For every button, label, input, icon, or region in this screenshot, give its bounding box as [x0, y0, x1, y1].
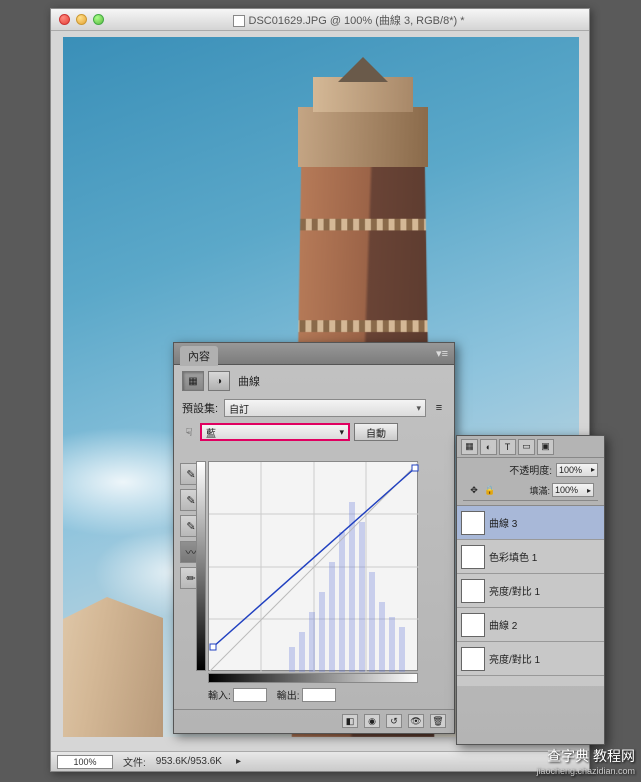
layer-thumb-icon[interactable] [461, 579, 485, 603]
filter-pixel-icon[interactable]: ▦ [461, 439, 478, 455]
layer-name[interactable]: 亮度/對比 1 [489, 583, 600, 598]
input-gradient [208, 673, 418, 683]
titlebar: DSC01629.JPG @ 100% (曲線 3, RGB/8*) * [51, 9, 589, 31]
watermark: 查字典 教程网 jiaocheng.chazidian.com [536, 746, 635, 776]
docsize-arrow-icon[interactable]: ▸ [236, 756, 241, 767]
panel-footer: ◧ ◉ ↺ 👁 🗑 [174, 709, 454, 729]
preset-dropdown[interactable]: 自訂 [224, 399, 426, 417]
doc-icon [233, 15, 245, 27]
layer-filter-toolbar: ▦ ◐ T ▭ ▣ [457, 436, 604, 458]
output-label: 輸出: [277, 687, 300, 702]
zoom-window-button[interactable] [93, 14, 104, 25]
filter-type-icon[interactable]: T [499, 439, 516, 455]
layers-panel: ▦ ◐ T ▭ ▣ 不透明度: 100% ✥ 🔒 填滿: 100% 曲線 3 色… [456, 435, 605, 745]
channel-dropdown[interactable]: 藍 [200, 423, 350, 441]
target-adjust-icon[interactable]: ☟ [182, 425, 196, 439]
curves-mode-icon[interactable]: ▦ [182, 371, 204, 391]
output-field[interactable] [302, 688, 336, 702]
delete-adjustment-icon[interactable]: 🗑 [430, 714, 446, 728]
opacity-field[interactable]: 100% [556, 463, 598, 477]
window-controls [59, 14, 104, 25]
layer-thumb-icon[interactable] [461, 647, 485, 671]
auto-button[interactable]: 自動 [354, 423, 398, 441]
fill-label: 填滿: [529, 484, 550, 497]
layer-options: 不透明度: 100% ✥ 🔒 填滿: 100% [457, 458, 604, 506]
zoom-level[interactable]: 100% [57, 755, 113, 769]
layer-item[interactable]: 亮度/對比 1 [457, 574, 604, 608]
preset-row: 預設集: 自訂 ≡ [182, 399, 446, 417]
layer-name[interactable]: 曲線 3 [489, 515, 600, 530]
layer-thumb-icon[interactable] [461, 545, 485, 569]
close-window-button[interactable] [59, 14, 70, 25]
toggle-visibility-icon[interactable]: 👁 [408, 714, 424, 728]
layers-list: 曲線 3 色彩填色 1 亮度/對比 1 曲線 2 亮度/對比 1 [457, 506, 604, 686]
input-field[interactable] [233, 688, 267, 702]
view-previous-icon[interactable]: ◉ [364, 714, 380, 728]
layer-name[interactable]: 亮度/對比 1 [489, 651, 600, 666]
filter-adjust-icon[interactable]: ◐ [480, 439, 497, 455]
filter-smart-icon[interactable]: ▣ [537, 439, 554, 455]
fill-field[interactable]: 100% [552, 483, 594, 497]
output-gradient [196, 461, 206, 671]
properties-panel: 內容 ▾≡ ▦ ◑ 曲線 預設集: 自訂 ≡ ☟ 藍 自動 ✎ ✎ ✎ 〰 ✏ [173, 342, 455, 734]
filter-shape-icon[interactable]: ▭ [518, 439, 535, 455]
panel-menu-icon[interactable]: ▾≡ [436, 347, 448, 360]
lock-icon[interactable]: 🔒 [483, 483, 497, 497]
preset-menu-icon[interactable]: ≡ [432, 402, 446, 414]
adjustment-mode-row: ▦ ◑ 曲線 [182, 371, 446, 391]
layer-thumb-icon[interactable] [461, 511, 485, 535]
layer-item[interactable]: 曲線 3 [457, 506, 604, 540]
curves-graph[interactable] [208, 461, 418, 671]
mask-mode-icon[interactable]: ◑ [208, 371, 230, 391]
docsize-value: 953.6K/953.6K [156, 756, 222, 767]
docsize-label: 文件: [123, 754, 146, 769]
input-output-row: 輸入: 輸出: [208, 687, 418, 702]
channel-row: ☟ 藍 自動 [182, 423, 446, 441]
layer-thumb-icon[interactable] [461, 613, 485, 637]
clip-to-layer-icon[interactable]: ◧ [342, 714, 358, 728]
layer-item[interactable]: 色彩填色 1 [457, 540, 604, 574]
preset-label: 預設集: [182, 400, 218, 416]
input-label: 輸入: [208, 687, 231, 702]
status-bar: 100% 文件: 953.6K/953.6K ▸ [51, 751, 589, 771]
window-title: DSC01629.JPG @ 100% (曲線 3, RGB/8*) * [116, 12, 581, 28]
opacity-label: 不透明度: [509, 462, 552, 477]
layer-item[interactable]: 曲線 2 [457, 608, 604, 642]
panel-tab-properties[interactable]: 內容 [180, 346, 218, 366]
layer-item[interactable]: 亮度/對比 1 [457, 642, 604, 676]
minimize-window-button[interactable] [76, 14, 87, 25]
move-icon[interactable]: ✥ [467, 483, 481, 497]
panel-header: 內容 ▾≡ [174, 343, 454, 365]
adjustment-title: 曲線 [238, 373, 260, 389]
reset-icon[interactable]: ↺ [386, 714, 402, 728]
layer-name[interactable]: 色彩填色 1 [489, 549, 600, 564]
layer-name[interactable]: 曲線 2 [489, 617, 600, 632]
